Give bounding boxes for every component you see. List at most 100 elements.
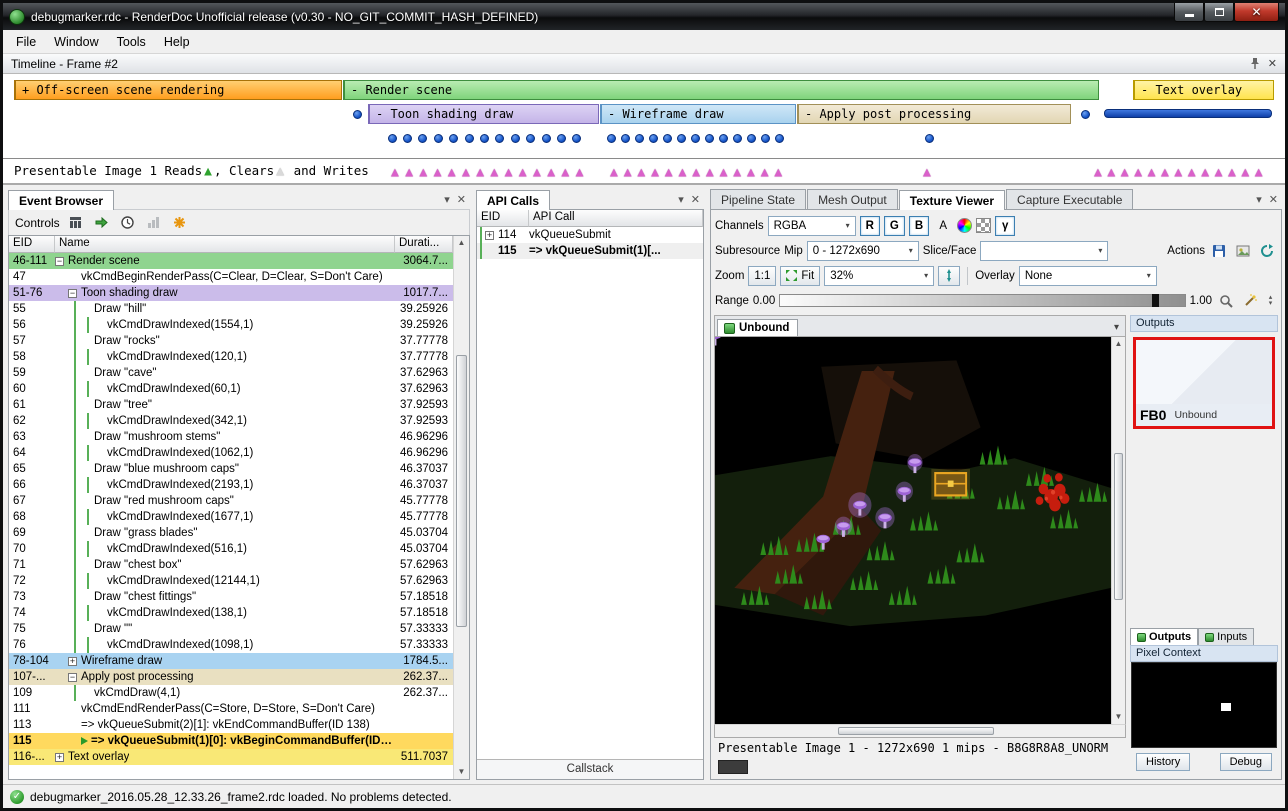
- menu-window[interactable]: Window: [45, 32, 107, 52]
- write-usage-triangle[interactable]: ▲: [519, 161, 527, 185]
- right-panel-close-icon[interactable]: ✕: [1269, 193, 1278, 206]
- write-usage-triangle[interactable]: ▲: [391, 161, 399, 185]
- event-row[interactable]: 70vkCmdDrawIndexed(516,1)45.03704: [9, 541, 453, 557]
- custom-channels-icon[interactable]: [957, 218, 972, 233]
- draw-event-dot[interactable]: [761, 134, 770, 143]
- overlay-select[interactable]: None▾: [1019, 266, 1157, 286]
- event-row[interactable]: 69Draw "grass blades"45.03704: [9, 525, 453, 541]
- column-name[interactable]: Name: [55, 236, 395, 253]
- event-row[interactable]: 72vkCmdDrawIndexed(12144,1)57.62963: [9, 573, 453, 589]
- zoom-fit-button[interactable]: Fit: [780, 266, 820, 286]
- gamma-button[interactable]: γ: [995, 216, 1015, 236]
- timeline-bar-toon[interactable]: - Toon shading draw: [368, 104, 599, 124]
- event-browser-close-icon[interactable]: ✕: [457, 193, 466, 206]
- column-eid[interactable]: EID: [9, 236, 55, 253]
- draw-event-dot[interactable]: [449, 134, 458, 143]
- history-button[interactable]: History: [1136, 753, 1190, 771]
- event-browser-menu-icon[interactable]: ▾: [444, 193, 450, 206]
- write-usage-triangle[interactable]: ▲: [547, 161, 555, 185]
- texture-tab-unbound[interactable]: Unbound: [717, 319, 798, 336]
- event-row[interactable]: 107-...−Apply post processing262.37...: [9, 669, 453, 685]
- write-usage-triangle[interactable]: ▲: [761, 161, 769, 185]
- write-usage-triangle[interactable]: ▲: [434, 161, 442, 185]
- tab-api-calls[interactable]: API Calls: [476, 190, 550, 210]
- draw-event-dot[interactable]: [677, 134, 686, 143]
- write-usage-triangle[interactable]: ▲: [1161, 161, 1169, 185]
- pin-icon[interactable]: [1250, 58, 1260, 69]
- draw-event-dot[interactable]: [1081, 110, 1090, 119]
- event-row[interactable]: 68vkCmdDrawIndexed(1677,1)45.77778: [9, 509, 453, 525]
- draw-event-dot[interactable]: [557, 134, 566, 143]
- draw-event-dot[interactable]: [526, 134, 535, 143]
- scroll-up-icon[interactable]: ▲: [1115, 337, 1123, 351]
- event-row[interactable]: 66vkCmdDrawIndexed(2193,1)46.37037: [9, 477, 453, 493]
- texture-image[interactable]: [715, 337, 1111, 724]
- zoom-level-select[interactable]: 32%▾: [824, 266, 934, 286]
- event-row[interactable]: 115=> vkQueueSubmit(1)[0]: vkBeginComman…: [9, 733, 453, 749]
- tab-inputs[interactable]: Inputs: [1198, 628, 1254, 645]
- fb0-thumbnail[interactable]: FB0 Unbound: [1133, 337, 1275, 429]
- api-call-row[interactable]: 115=> vkQueueSubmit(1)[...: [477, 243, 703, 259]
- draw-event-dot[interactable]: [747, 134, 756, 143]
- draw-event-dot[interactable]: [388, 134, 397, 143]
- scrollbar-thumb[interactable]: [1114, 453, 1123, 600]
- write-usage-triangle[interactable]: ▲: [610, 161, 618, 185]
- texture-tab-list-icon[interactable]: ▾: [1108, 322, 1125, 336]
- event-row[interactable]: 55Draw "hill"39.25926: [9, 301, 453, 317]
- minimize-button[interactable]: [1174, 3, 1204, 22]
- write-usage-triangle[interactable]: ▲: [1255, 161, 1263, 185]
- write-usage-triangle[interactable]: ▲: [720, 161, 728, 185]
- event-row[interactable]: 74vkCmdDrawIndexed(138,1)57.18518: [9, 605, 453, 621]
- event-row[interactable]: 75Draw ""57.33333: [9, 621, 453, 637]
- event-row[interactable]: 65Draw "blue mushroom caps"46.37037: [9, 461, 453, 477]
- write-usage-triangle[interactable]: ▲: [490, 161, 498, 185]
- write-usage-triangle[interactable]: ▲: [1094, 161, 1102, 185]
- tab-event-browser[interactable]: Event Browser: [8, 190, 114, 210]
- write-usage-triangle[interactable]: ▲: [405, 161, 413, 185]
- draw-event-dot[interactable]: [719, 134, 728, 143]
- export-icon[interactable]: [1233, 241, 1253, 261]
- write-usage-triangle[interactable]: ▲: [679, 161, 687, 185]
- write-usage-triangle[interactable]: ▲: [1215, 161, 1223, 185]
- menu-file[interactable]: File: [7, 32, 45, 52]
- event-row[interactable]: 62vkCmdDrawIndexed(342,1)37.92593: [9, 413, 453, 429]
- write-usage-triangle[interactable]: ▲: [692, 161, 700, 185]
- write-usage-triangle[interactable]: ▲: [1174, 161, 1182, 185]
- tab-capture-executable[interactable]: Capture Executable: [1006, 189, 1133, 209]
- event-row[interactable]: 109vkCmdDraw(4,1)262.37...: [9, 685, 453, 701]
- draw-event-dot[interactable]: [418, 134, 427, 143]
- event-row[interactable]: 56vkCmdDrawIndexed(1554,1)39.25926: [9, 317, 453, 333]
- event-row[interactable]: 58vkCmdDrawIndexed(120,1)37.77778: [9, 349, 453, 365]
- write-usage-triangle[interactable]: ▲: [747, 161, 755, 185]
- event-row[interactable]: 57Draw "rocks"37.77778: [9, 333, 453, 349]
- write-usage-triangle[interactable]: ▲: [476, 161, 484, 185]
- write-usage-triangle[interactable]: ▲: [1121, 161, 1129, 185]
- close-button[interactable]: ✕: [1234, 3, 1279, 22]
- write-usage-triangle[interactable]: ▲: [706, 161, 714, 185]
- draw-event-dot[interactable]: [733, 134, 742, 143]
- draw-event-dot[interactable]: [925, 134, 934, 143]
- write-usage-triangle[interactable]: ▲: [1228, 161, 1236, 185]
- api-calls-close-icon[interactable]: ✕: [691, 193, 700, 206]
- event-row[interactable]: 113=> vkQueueSubmit(2)[1]: vkEndCommandB…: [9, 717, 453, 733]
- expander-icon[interactable]: +: [55, 753, 64, 762]
- expander-icon[interactable]: −: [55, 257, 64, 266]
- column-duration[interactable]: Durati...: [395, 236, 453, 253]
- callstack-section[interactable]: Callstack: [477, 759, 703, 779]
- draw-event-dot[interactable]: [495, 134, 504, 143]
- write-usage-triangle[interactable]: ▲: [419, 161, 427, 185]
- filter-icon[interactable]: [66, 213, 86, 233]
- right-panel-menu-icon[interactable]: ▾: [1256, 193, 1262, 206]
- scrollbar-thumb[interactable]: [838, 727, 994, 735]
- write-usage-triangle[interactable]: ▲: [1148, 161, 1156, 185]
- range-slider[interactable]: [779, 294, 1185, 307]
- write-usage-triangle[interactable]: ▲: [505, 161, 513, 185]
- timeline-bar-offscreen[interactable]: + Off-screen scene rendering: [14, 80, 342, 100]
- draw-event-dot[interactable]: [542, 134, 551, 143]
- write-usage-triangle[interactable]: ▲: [1134, 161, 1142, 185]
- draw-event-dot[interactable]: [663, 134, 672, 143]
- event-row[interactable]: 67Draw "red mushroom caps"45.77778: [9, 493, 453, 509]
- statistics-icon[interactable]: [144, 213, 164, 233]
- draw-event-dot[interactable]: [621, 134, 630, 143]
- zoom-1to1-button[interactable]: 1:1: [748, 266, 776, 286]
